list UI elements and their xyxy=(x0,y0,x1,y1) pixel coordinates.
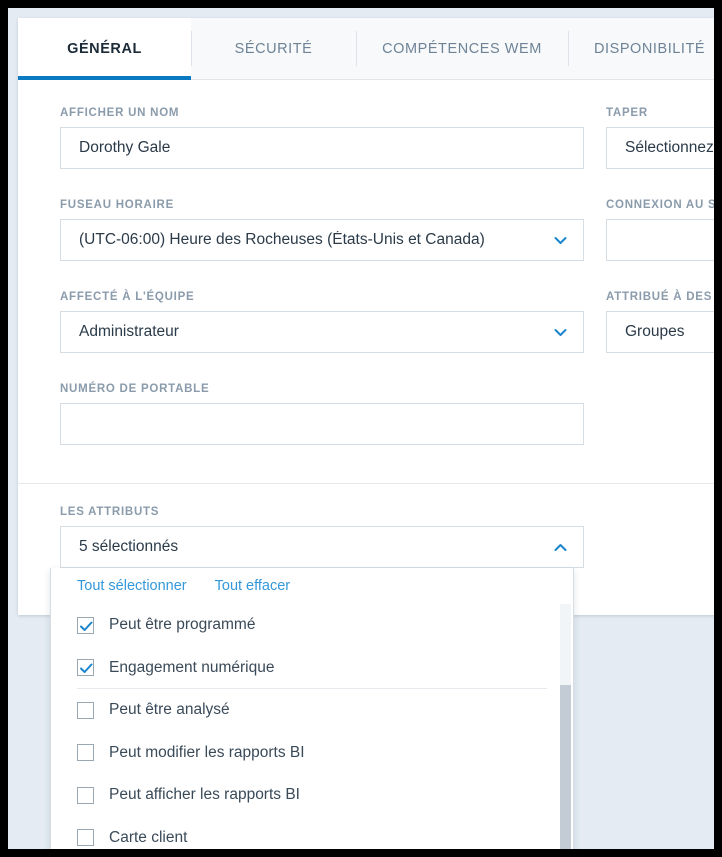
field-display-name: AFFICHER UN NOM Dorothy Gale xyxy=(60,107,584,169)
attribute-option-label: Carte client xyxy=(109,828,188,846)
tab-general[interactable]: GÉNÉRAL xyxy=(18,18,191,80)
tab-competences-wem-label: COMPÉTENCES WEM xyxy=(382,40,542,57)
display-name-input[interactable]: Dorothy Gale xyxy=(60,127,584,169)
timezone-value: (UTC-06:00) Heure des Rocheuses (États-U… xyxy=(79,231,485,248)
mobile-number-input[interactable] xyxy=(60,403,584,445)
checkbox-checked-icon[interactable] xyxy=(77,659,94,677)
attributes-field: LES ATTRIBUTS 5 sélectionnés xyxy=(60,506,584,568)
connection-input[interactable] xyxy=(606,219,714,261)
attributes-summary: 5 sélectionnés xyxy=(79,538,179,555)
field-team: AFFECTÉ À L'ÉQUIPE Administrateur xyxy=(60,291,584,353)
attribute-option[interactable]: Peut être analysé xyxy=(51,689,573,732)
general-form: AFFICHER UN NOM Dorothy Gale FUSEAU HORA… xyxy=(18,80,714,484)
tab-securite[interactable]: SÉCURITÉ xyxy=(191,18,356,79)
mobile-number-label: NUMÉRO DE PORTABLE xyxy=(60,383,210,395)
attribute-option-list: Peut être programmé Engagement numérique… xyxy=(51,604,573,849)
attribute-option-label: Peut être analysé xyxy=(109,701,230,719)
tab-disponibilite[interactable]: DISPONIBILITÉ xyxy=(568,18,714,79)
select-all-link[interactable]: Tout sélectionner xyxy=(77,578,187,594)
attribute-option-label: Engagement numérique xyxy=(109,658,275,676)
attributes-dropdown-panel: Tout sélectionner Tout effacer Peut être… xyxy=(50,568,574,849)
attribute-option-label: Peut afficher les rapports BI xyxy=(109,786,300,804)
chevron-up-icon xyxy=(553,540,568,555)
chevron-down-icon xyxy=(553,325,568,340)
groups-label: ATTRIBUÉ À DES G xyxy=(606,291,714,303)
checkbox-checked-icon[interactable] xyxy=(77,616,94,634)
attribute-option[interactable]: Peut être programmé xyxy=(51,604,573,647)
field-timezone: FUSEAU HORAIRE (UTC-06:00) Heure des Roc… xyxy=(60,199,584,261)
groups-select[interactable]: Groupes xyxy=(606,311,714,353)
attribute-option-label: Peut modifier les rapports BI xyxy=(109,743,305,761)
clear-all-link[interactable]: Tout effacer xyxy=(215,578,291,594)
user-type-value: Sélectionnez xyxy=(625,139,714,156)
timezone-label: FUSEAU HORAIRE xyxy=(60,199,175,211)
display-name-value: Dorothy Gale xyxy=(79,139,171,156)
chevron-down-icon xyxy=(553,233,568,248)
tab-bar: GÉNÉRAL SÉCURITÉ COMPÉTENCES WEM DISPONI… xyxy=(18,18,714,80)
attributes-multiselect-toggle[interactable]: 5 sélectionnés xyxy=(60,526,584,568)
section-divider xyxy=(18,483,714,484)
attribute-option[interactable]: Engagement numérique xyxy=(51,647,573,690)
dropdown-scrollbar-thumb[interactable] xyxy=(560,685,571,849)
user-type-select[interactable]: Sélectionnez xyxy=(606,127,714,169)
dropdown-actions: Tout sélectionner Tout effacer xyxy=(51,568,573,604)
attributes-label: LES ATTRIBUTS xyxy=(60,506,160,518)
checkbox-unchecked-icon[interactable] xyxy=(77,786,94,804)
team-label: AFFECTÉ À L'ÉQUIPE xyxy=(60,291,195,303)
app-background: GÉNÉRAL SÉCURITÉ COMPÉTENCES WEM DISPONI… xyxy=(8,8,714,849)
checkbox-unchecked-icon[interactable] xyxy=(77,744,94,762)
timezone-select[interactable]: (UTC-06:00) Heure des Rocheuses (États-U… xyxy=(60,219,584,261)
tab-general-label: GÉNÉRAL xyxy=(67,40,142,57)
tab-disponibilite-label: DISPONIBILITÉ xyxy=(594,40,706,57)
user-type-label: TAPER xyxy=(606,107,648,119)
field-user-type: TAPER Sélectionnez xyxy=(606,107,714,169)
connection-label: CONNEXION AU S xyxy=(606,199,714,211)
team-value: Administrateur xyxy=(79,323,179,340)
checkbox-unchecked-icon[interactable] xyxy=(77,701,94,719)
field-mobile-number: NUMÉRO DE PORTABLE xyxy=(60,383,584,445)
field-connection: CONNEXION AU S xyxy=(606,199,714,261)
groups-value: Groupes xyxy=(625,323,685,340)
attribute-option[interactable]: Peut afficher les rapports BI xyxy=(51,774,573,817)
attribute-option[interactable]: Peut modifier les rapports BI xyxy=(51,732,573,775)
attribute-option[interactable]: Carte client xyxy=(51,817,573,850)
tab-competences-wem[interactable]: COMPÉTENCES WEM xyxy=(356,18,568,79)
screen: GÉNÉRAL SÉCURITÉ COMPÉTENCES WEM DISPONI… xyxy=(0,0,722,857)
team-select[interactable]: Administrateur xyxy=(60,311,584,353)
tab-securite-label: SÉCURITÉ xyxy=(234,40,313,57)
display-name-label: AFFICHER UN NOM xyxy=(60,107,180,119)
user-details-card: GÉNÉRAL SÉCURITÉ COMPÉTENCES WEM DISPONI… xyxy=(18,18,714,615)
attribute-option-label: Peut être programmé xyxy=(109,616,256,634)
field-groups: ATTRIBUÉ À DES G Groupes xyxy=(606,291,714,353)
checkbox-unchecked-icon[interactable] xyxy=(77,829,94,847)
